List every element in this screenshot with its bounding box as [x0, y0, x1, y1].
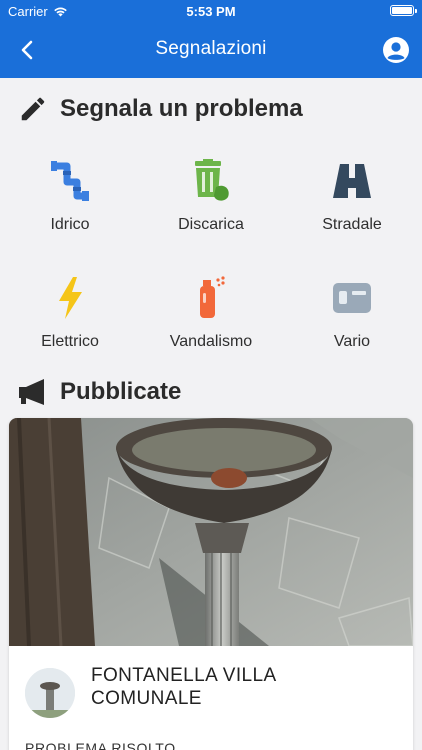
- trash-icon: [195, 159, 229, 201]
- category-idrico[interactable]: Idrico: [0, 158, 140, 234]
- report-status: PROBLEMA RISOLTO: [25, 740, 176, 750]
- report-section-header: Segnala un problema: [18, 94, 303, 124]
- battery-icon: [390, 5, 417, 16]
- status-bar: Carrier 5:53 PM: [0, 0, 422, 22]
- navigation-bar: Segnalazioni: [0, 22, 422, 78]
- category-label: Vario: [333, 333, 371, 350]
- report-avatar: [25, 668, 75, 718]
- lightning-icon: [59, 277, 82, 319]
- published-report-card[interactable]: FONTANELLA VILLA COMUNALE PROBLEMA RISOL…: [9, 418, 413, 750]
- app-header: Carrier 5:53 PM Segnalazioni: [0, 0, 422, 78]
- report-photo: [9, 418, 413, 646]
- pencil-icon: [21, 97, 45, 121]
- road-icon: [333, 164, 371, 198]
- category-stradale[interactable]: Stradale: [282, 158, 422, 234]
- published-section-header: Pubblicate: [18, 378, 181, 406]
- report-title: FONTANELLA VILLA COMUNALE: [91, 665, 276, 709]
- category-vario[interactable]: Vario: [282, 275, 422, 351]
- category-label: Discarica: [178, 216, 244, 233]
- spray-can-icon: [200, 276, 225, 318]
- user-profile-icon[interactable]: [382, 36, 410, 64]
- category-elettrico[interactable]: Elettrico: [0, 275, 140, 351]
- status-time: 5:53 PM: [186, 4, 236, 19]
- category-label: Elettrico: [41, 333, 99, 350]
- category-discarica[interactable]: Discarica: [141, 158, 281, 234]
- megaphone-icon: [19, 379, 44, 405]
- category-vandalismo[interactable]: Vandalismo: [141, 275, 281, 351]
- pipe-icon: [51, 161, 89, 201]
- page-title: Segnalazioni: [155, 38, 267, 59]
- misc-card-icon: [333, 283, 371, 313]
- report-heading: Segnala un problema: [60, 95, 303, 122]
- published-heading: Pubblicate: [60, 378, 182, 405]
- category-label: Stradale: [322, 216, 382, 233]
- category-label: Vandalismo: [169, 333, 253, 350]
- category-label: Idrico: [50, 216, 90, 233]
